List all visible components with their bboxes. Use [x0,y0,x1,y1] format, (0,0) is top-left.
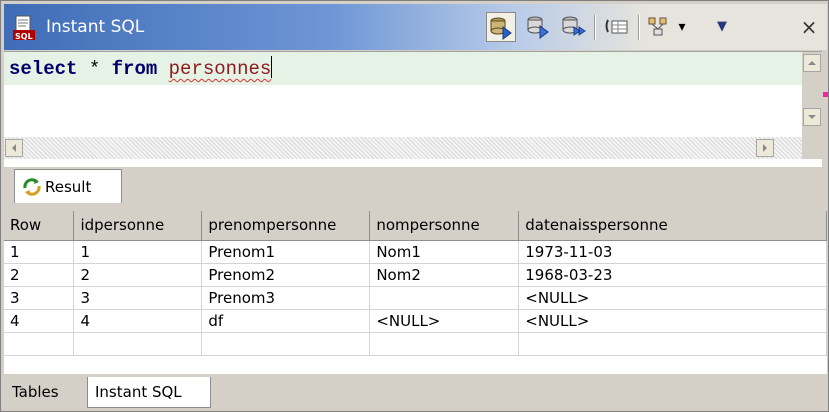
table-cell[interactable]: Prenom1 [201,240,371,264]
commit-icon [648,17,667,36]
sql-table-name: personnes [168,58,272,80]
column-header[interactable]: Row [4,211,75,241]
scrollbar-corner [802,137,822,159]
arrow-down-icon [808,115,816,119]
tab-result[interactable]: Result [14,169,122,203]
table-cell[interactable] [369,286,520,310]
close-icon[interactable]: × [794,12,824,42]
commit-button[interactable] [644,12,674,42]
view-menu-icon[interactable]: ▼ [707,12,737,42]
table-cell[interactable]: Prenom3 [201,286,371,310]
tab-result-label: Result [45,178,92,196]
table-cell[interactable]: df [201,309,371,333]
bottom-tab-bar: Tables Instant SQL [4,377,827,411]
arrow-up-icon [808,61,816,65]
execute-selection-icon [527,16,549,39]
table-cell[interactable]: 1973-11-03 [518,240,827,264]
scroll-right-button[interactable] [756,139,774,157]
tab-tables[interactable]: Tables [5,377,87,408]
scroll-left-button[interactable] [5,139,23,157]
column-header[interactable]: datenaisspersonne [518,211,827,241]
arrow-left-icon [12,144,16,152]
sql-editor[interactable]: select * from personnes [4,51,822,167]
table-row[interactable]: 2 2 Prenom2 Nom2 1968-03-23 [4,263,827,287]
result-table: Row idpersonne prenompersonne nompersonn… [4,211,827,374]
execute-selection-button[interactable] [524,12,554,42]
commit-dropdown-icon[interactable]: ▾ [672,12,692,42]
table-cell[interactable]: 4 [73,309,203,333]
tab-instant-sql[interactable]: Instant SQL [87,377,211,408]
execute-icon [490,17,512,40]
table-cell[interactable]: 1968-03-23 [518,263,827,287]
table-row-empty [4,332,827,356]
column-header[interactable]: idpersonne [73,211,203,241]
sql-statement[interactable]: select * from personnes [9,56,273,82]
sql-document-icon: SQL [13,15,35,41]
show-results-button[interactable] [602,12,632,42]
editor-vertical-scrollbar[interactable] [802,52,822,137]
execute-script-button[interactable] [559,12,589,42]
sql-star: * [88,58,101,80]
table-header-row: Row idpersonne prenompersonne nompersonn… [4,211,827,241]
table-row[interactable]: 1 1 Prenom1 Nom1 1973-11-03 [4,240,827,264]
sql-keyword-select: select [9,58,78,80]
arrow-right-icon [763,144,767,152]
scroll-down-button[interactable] [803,108,821,126]
table-cell[interactable]: 1 [73,240,203,264]
table-cell[interactable]: 1 [4,240,75,264]
table-row[interactable]: 4 4 df <NULL> <NULL> [4,309,827,333]
result-refresh-icon [23,178,41,196]
execute-button[interactable] [486,12,516,42]
table-cell[interactable]: 2 [73,263,203,287]
svg-text:SQL: SQL [15,32,33,41]
table-cell[interactable]: <NULL> [518,286,827,310]
column-header[interactable]: prenompersonne [201,211,371,241]
text-cursor [271,56,273,78]
table-cell[interactable]: 3 [73,286,203,310]
instant-sql-view: SQL Instant SQL ▾ ▼ × select * from pers… [0,0,829,412]
table-cell[interactable]: Nom1 [369,240,520,264]
table-cell[interactable]: 4 [4,309,75,333]
table-cell[interactable]: Prenom2 [201,263,371,287]
column-header[interactable]: nompersonne [369,211,520,241]
scroll-up-button[interactable] [803,54,821,72]
view-title-bar: SQL Instant SQL ▾ ▼ × [4,4,827,50]
table-cell[interactable]: <NULL> [369,309,520,333]
table-cell[interactable]: 2 [4,263,75,287]
table-cell[interactable]: Nom2 [369,263,520,287]
table-cell[interactable]: 3 [4,286,75,310]
editor-horizontal-scrollbar[interactable] [4,137,802,159]
execute-script-icon [562,16,586,36]
overview-ruler-marker[interactable] [823,92,828,97]
show-results-icon [605,19,628,34]
sql-keyword-from: from [111,58,158,80]
table-row[interactable]: 3 3 Prenom3 <NULL> [4,286,827,310]
view-title: Instant SQL [46,17,145,37]
table-cell[interactable]: <NULL> [518,309,827,333]
